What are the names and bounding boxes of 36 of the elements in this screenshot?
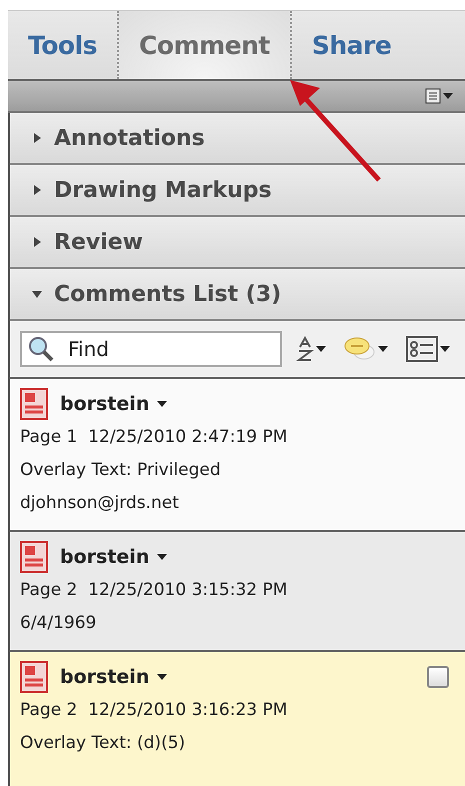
comment-meta: Page 1 12/25/2010 2:47:19 PM	[20, 426, 288, 449]
caret-icon	[443, 93, 453, 99]
disclosure-icon	[32, 185, 42, 195]
disclosure-icon	[32, 289, 42, 299]
comment-card[interactable]: borstein Page 1 12/25/2010 2:47:19 PM Overlay Text: Privileged djohnson@jrds.net	[10, 379, 465, 532]
comment-meta: Page 2 12/25/2010 3:16:23 PM	[20, 699, 288, 722]
checkbox[interactable]	[427, 666, 449, 688]
author-menu[interactable]: borstein	[60, 666, 168, 688]
caret-icon	[440, 346, 450, 352]
comment-card[interactable]: borstein Page 2 12/25/2010 3:15:32 PM 6/4/1969	[10, 532, 465, 652]
section-header[interactable]: Review	[10, 217, 465, 269]
search-field[interactable]: Find	[20, 331, 282, 367]
caret-icon	[378, 346, 388, 352]
comment-text: Overlay Text: Privileged	[20, 459, 222, 482]
tab[interactable]: Comment	[117, 11, 290, 79]
section-header[interactable]: Drawing Markups	[10, 165, 465, 217]
tab[interactable]: Tools	[8, 11, 118, 79]
author-menu[interactable]: borstein	[60, 393, 168, 415]
note-icon	[20, 541, 48, 573]
comment-card[interactable]: borstein Page 2 12/25/2010 3:16:23 PM Overlay Text: (d)(5)	[10, 652, 465, 786]
disclosure-icon	[32, 237, 42, 247]
section-header[interactable]: Annotations	[10, 113, 465, 165]
comment-text: djohnson@jrds.net	[20, 492, 180, 515]
caret-icon	[157, 674, 168, 680]
section-header[interactable]: Comments List (3)	[10, 269, 465, 321]
disclosure-icon	[32, 133, 42, 143]
note-icon	[20, 388, 48, 420]
caret-icon	[157, 401, 168, 407]
caret-icon	[157, 554, 168, 560]
comment-text: 6/4/1969	[20, 612, 98, 635]
comment-text: Overlay Text: (d)(5)	[20, 732, 186, 755]
author-menu[interactable]: borstein	[60, 546, 168, 568]
search-icon	[28, 336, 54, 362]
caret-icon	[316, 346, 326, 352]
note-icon	[20, 661, 48, 693]
comment-meta: Page 2 12/25/2010 3:15:32 PM	[20, 579, 288, 602]
